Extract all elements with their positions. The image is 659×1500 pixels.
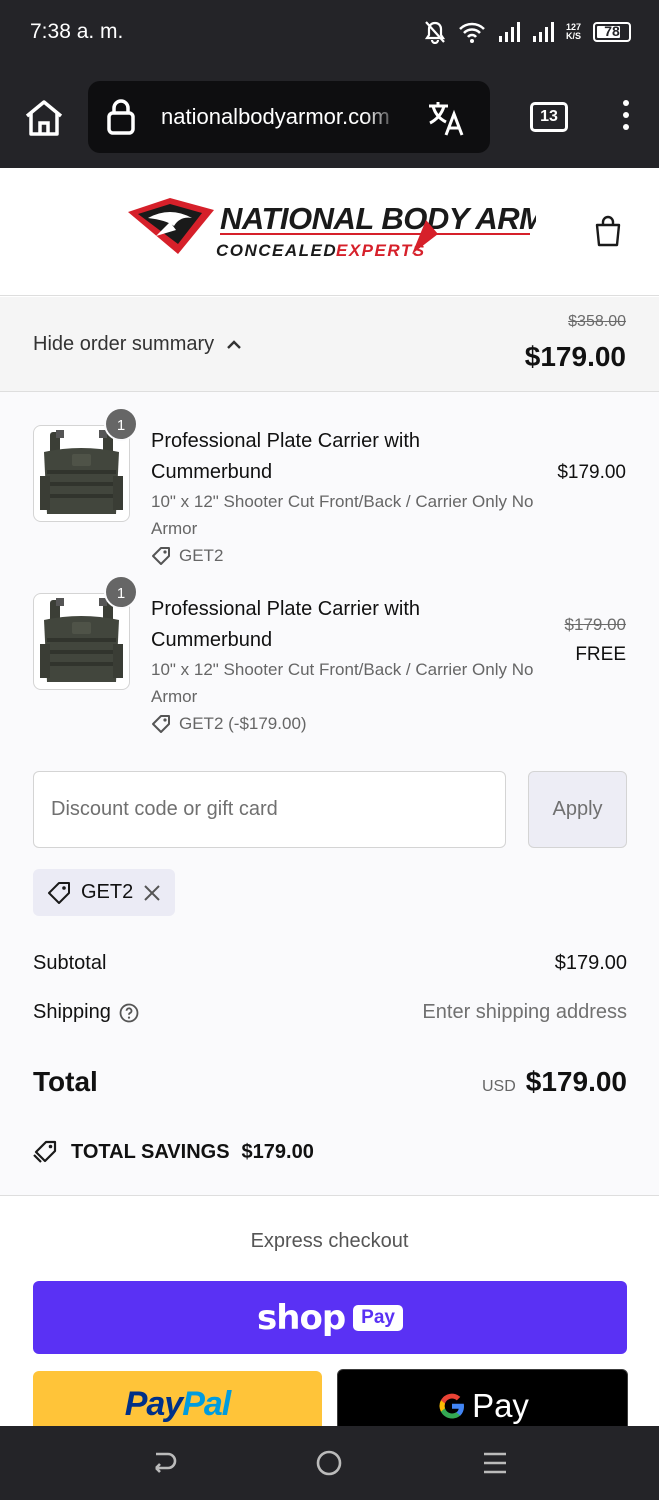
applied-code-text: GET2 — [81, 881, 134, 903]
total-label: Total — [33, 1066, 98, 1097]
quantity-badge: 1 — [104, 575, 138, 609]
tag-icon — [152, 715, 170, 733]
order-summary: 1 Professional Plate Carrier with Cummer… — [0, 392, 659, 1196]
battery-percent: 78 — [604, 23, 620, 39]
shop-pay-chip: Pay — [353, 1304, 403, 1331]
status-time: 7:38 a. m. — [30, 20, 124, 43]
logo-tagline-b: EXPERTS — [336, 241, 426, 260]
menu-dot-icon — [623, 100, 629, 106]
status-bar: 7:38 a. m. 127 K/S 78 — [0, 0, 659, 68]
item-discount-code: GET2 (-$179.00) — [179, 714, 307, 733]
recents-icon[interactable] — [480, 1448, 510, 1478]
status-icons: 127 K/S 78 — [424, 20, 631, 44]
item-compare-price: $179.00 — [564, 615, 626, 634]
bell-muted-icon — [424, 21, 446, 44]
home-circle-icon[interactable] — [314, 1448, 344, 1478]
item-discount-code: GET2 — [179, 546, 224, 565]
shipping-value: Enter shipping address — [422, 1001, 627, 1023]
total-amount: $179.00 — [525, 1066, 627, 1097]
signal-icon — [498, 22, 520, 42]
apply-discount-button[interactable]: Apply — [528, 771, 627, 848]
wifi-icon — [459, 22, 485, 43]
tag-icon — [33, 1140, 57, 1163]
total-row: Total USD $179.00 — [33, 1066, 627, 1098]
home-icon — [25, 100, 63, 136]
signal-icon-2 — [532, 22, 554, 42]
menu-dot-icon — [623, 124, 629, 130]
order-summary-label[interactable]: Hide order summary — [33, 333, 242, 356]
order-summary-toggle[interactable]: Hide order summary $358.00 $179.00 — [0, 297, 659, 392]
tab-switcher-button[interactable]: 13 — [530, 102, 568, 132]
address-bar[interactable]: nationalbodyarmor.com — [88, 81, 490, 153]
shipping-label-text: Shipping — [33, 1001, 111, 1023]
shopping-bag-icon[interactable] — [592, 214, 624, 248]
tag-icon — [48, 881, 70, 904]
quantity-badge: 1 — [104, 407, 138, 441]
item-price: FREE — [575, 644, 626, 665]
google-g-icon — [439, 1393, 465, 1419]
system-nav-bar — [0, 1426, 659, 1500]
order-summary-label-text: Hide order summary — [33, 333, 215, 355]
national-body-armor-logo[interactable]: NATIONAL BODY ARMOR CONCEALED EXPERTS — [126, 196, 536, 262]
item-title: Professional Plate Carrier with Cummerbu… — [151, 598, 420, 651]
total-savings-value: $179.00 — [241, 1140, 314, 1163]
overflow-menu-button[interactable] — [618, 100, 634, 136]
close-icon[interactable] — [143, 884, 161, 902]
plate-carrier-image — [40, 598, 123, 682]
paypal-button[interactable]: PayPal — [33, 1371, 322, 1431]
paypal-wordmark-a: Pay — [124, 1385, 183, 1423]
item-title: Professional Plate Carrier with Cummerbu… — [151, 430, 420, 483]
url-text: nationalbodyarmor.com — [161, 104, 390, 129]
translate-icon[interactable] — [426, 98, 466, 138]
total-savings-label: TOTAL SAVINGS — [71, 1140, 230, 1163]
subtotal-value: $179.00 — [554, 952, 627, 974]
summary-compare-total: $358.00 — [568, 313, 626, 330]
subtotal-row: Subtotal $179.00 — [33, 952, 627, 975]
chevron-up-icon — [227, 339, 242, 349]
item-discount: GET2 — [151, 546, 223, 566]
subtotal-label: Subtotal — [33, 952, 107, 974]
item-variant: 10" x 12" Shooter Cut Front/Back / Carri… — [151, 492, 534, 538]
plate-carrier-image — [40, 430, 123, 514]
network-speed-unit: K/S — [565, 31, 581, 41]
logo-wordmark: NATIONAL BODY ARMOR — [220, 201, 536, 236]
site-header: NATIONAL BODY ARMOR CONCEALED EXPERTS — [0, 168, 659, 296]
item-price: $179.00 — [557, 462, 626, 483]
browser-toolbar: nationalbodyarmor.com 13 — [0, 68, 659, 168]
shipping-row: Shipping Enter shipping address — [33, 1001, 627, 1024]
shop-pay-wordmark: shop — [257, 1297, 346, 1338]
logo-tagline-a: CONCEALED — [216, 241, 337, 260]
network-speed: 127 K/S — [566, 23, 581, 41]
shop-pay-button[interactable]: shop Pay — [33, 1281, 627, 1354]
help-circle-icon[interactable] — [119, 1003, 139, 1023]
battery-icon: 78 — [593, 22, 631, 42]
menu-dot-icon — [623, 112, 629, 118]
paypal-wordmark-b: Pal — [182, 1385, 231, 1423]
lock-icon — [107, 99, 135, 135]
item-discount: GET2 (-$179.00) — [151, 714, 307, 734]
google-pay-wordmark: Pay — [472, 1387, 529, 1424]
shipping-label: Shipping — [33, 1001, 139, 1024]
applied-code-chip: GET2 — [33, 869, 176, 916]
back-icon[interactable] — [150, 1448, 180, 1478]
tag-icon — [152, 547, 170, 565]
google-pay-button[interactable]: Pay — [337, 1369, 628, 1431]
home-button[interactable] — [22, 96, 66, 140]
express-checkout-label: Express checkout — [250, 1230, 409, 1252]
total-value: USD $179.00 — [482, 1066, 627, 1098]
currency-code: USD — [482, 1078, 516, 1095]
total-savings: TOTAL SAVINGS $179.00 — [33, 1140, 314, 1164]
summary-total: $179.00 — [524, 341, 626, 372]
discount-code-input[interactable] — [33, 771, 506, 848]
item-variant: 10" x 12" Shooter Cut Front/Back / Carri… — [151, 660, 534, 706]
